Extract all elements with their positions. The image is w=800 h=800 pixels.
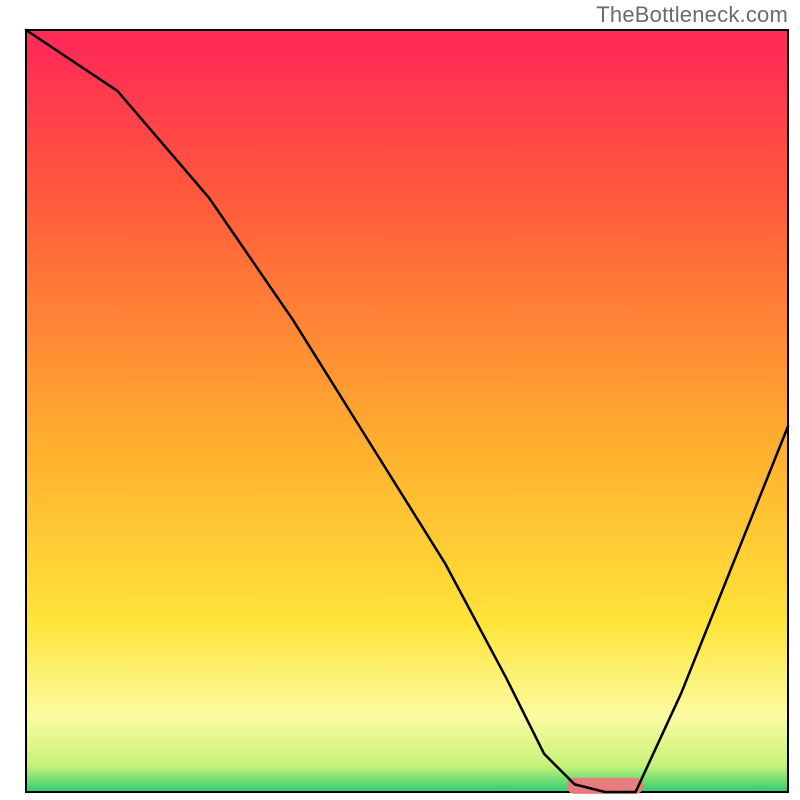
- gradient-background: [26, 30, 788, 792]
- bottleneck-chart: TheBottleneck.com: [0, 0, 800, 800]
- chart-canvas: [0, 0, 800, 800]
